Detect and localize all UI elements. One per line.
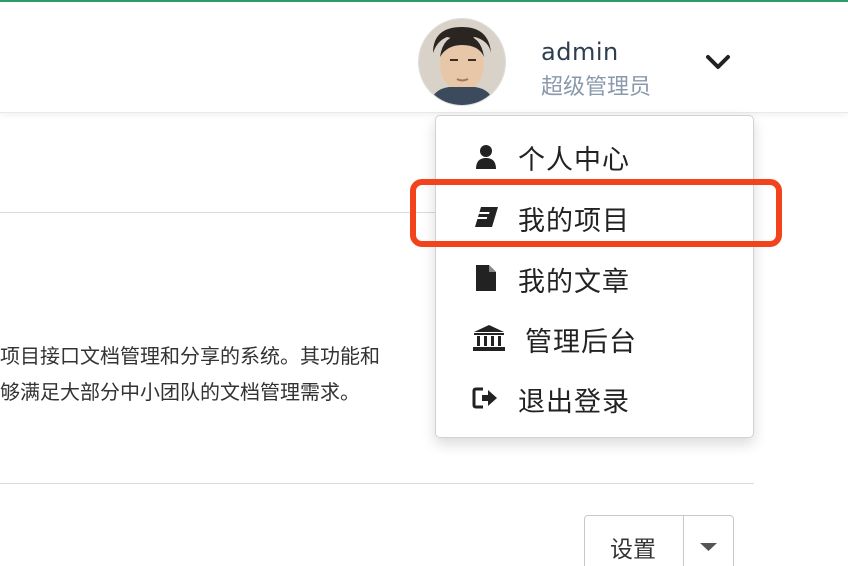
- menu-item-logout[interactable]: 退出登录: [436, 370, 753, 426]
- menu-item-label: 我的项目: [518, 206, 630, 237]
- sign-out-icon: [472, 384, 500, 412]
- user-name: admin: [541, 38, 619, 66]
- avatar[interactable]: [418, 18, 506, 106]
- settings-button[interactable]: 设置: [585, 516, 684, 566]
- book-icon: [472, 203, 500, 231]
- caret-down-icon: [700, 543, 717, 551]
- menu-item-my-projects[interactable]: 我的项目: [436, 189, 753, 245]
- divider: [0, 212, 437, 213]
- user-dropdown-menu: 个人中心 我的项目 我的文章 管理后台 退出登录: [435, 115, 754, 438]
- settings-dropdown-toggle[interactable]: [684, 516, 733, 566]
- menu-item-label: 管理后台: [525, 327, 637, 358]
- settings-button-label: 设置: [610, 537, 656, 563]
- menu-item-admin-panel[interactable]: 管理后台: [436, 310, 753, 366]
- divider: [0, 483, 754, 484]
- menu-item-label: 个人中心: [518, 145, 630, 176]
- project-description: 项目接口文档管理和分享的系统。其功能和 够满足大部分中小团队的文档管理需求。: [0, 338, 437, 410]
- page: admin 超级管理员 项目接口文档管理和分享的系统。其功能和 够满足大部分中小…: [0, 0, 848, 566]
- file-icon: [472, 264, 500, 292]
- user-role: 超级管理员: [541, 75, 652, 100]
- user-icon: [472, 142, 500, 170]
- menu-item-profile[interactable]: 个人中心: [436, 128, 753, 184]
- menu-item-my-articles[interactable]: 我的文章: [436, 250, 753, 306]
- description-line: 项目接口文档管理和分享的系统。其功能和: [0, 344, 380, 368]
- bank-icon: [472, 324, 505, 352]
- menu-item-label: 退出登录: [518, 387, 630, 418]
- description-line: 够满足大部分中小团队的文档管理需求。: [0, 380, 360, 404]
- chevron-down-icon[interactable]: [700, 46, 736, 80]
- menu-item-label: 我的文章: [518, 267, 630, 298]
- settings-split-button: 设置: [584, 515, 734, 566]
- top-header: admin 超级管理员: [0, 2, 848, 113]
